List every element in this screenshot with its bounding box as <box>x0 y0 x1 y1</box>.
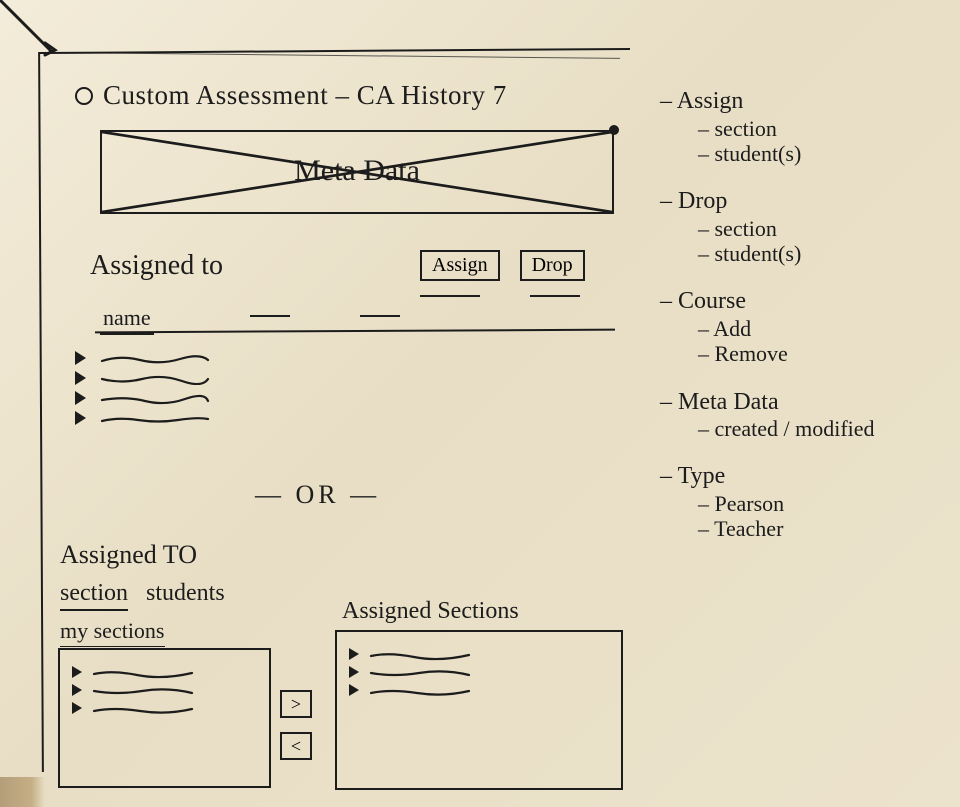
my-sections-header: my sections <box>60 618 165 647</box>
note-item: Add <box>698 316 960 341</box>
note-item: section <box>698 116 960 141</box>
expand-icon[interactable] <box>75 391 86 405</box>
note-heading: Meta Data <box>660 389 960 417</box>
table-rule <box>95 329 615 334</box>
text-placeholder <box>369 648 479 660</box>
margin-notes: Assign section student(s) Drop section s… <box>660 88 960 564</box>
corner-dot-icon <box>609 125 619 135</box>
wireframe-sketch: Custom Assessment – CA History 7 Meta Da… <box>0 0 960 807</box>
note-item: created / modified <box>698 416 960 441</box>
text-placeholder <box>92 666 202 678</box>
note-heading: Assign <box>660 88 960 116</box>
frame-edge <box>38 52 44 772</box>
available-sections-panel <box>58 648 271 788</box>
note-item: section <box>698 216 960 241</box>
list-item[interactable] <box>75 351 210 365</box>
text-placeholder <box>100 372 210 384</box>
expand-icon[interactable] <box>349 648 359 660</box>
note-item: Teacher <box>698 516 960 541</box>
list-item[interactable] <box>349 666 609 678</box>
column-header-placeholder <box>250 315 290 317</box>
list-item[interactable] <box>75 371 210 385</box>
note-heading: Course <box>660 288 960 316</box>
note-item: Pearson <box>698 491 960 516</box>
frame-edge <box>60 52 620 59</box>
note-heading: Type <box>660 463 960 491</box>
list-item[interactable] <box>72 666 257 678</box>
move-right-button[interactable]: > <box>280 690 312 718</box>
expand-icon[interactable] <box>349 666 359 678</box>
meta-data-label: Meta Data <box>102 154 612 188</box>
list-item[interactable] <box>75 411 210 425</box>
text-placeholder <box>100 412 210 424</box>
meta-data-placeholder: Meta Data <box>100 130 614 214</box>
page-title: Custom Assessment – CA History 7 <box>103 80 507 111</box>
list-item[interactable] <box>349 648 609 660</box>
note-item: student(s) <box>698 241 960 266</box>
text-placeholder <box>100 352 210 364</box>
expand-icon[interactable] <box>72 702 82 714</box>
expand-icon[interactable] <box>72 684 82 696</box>
expand-icon[interactable] <box>75 351 86 365</box>
assigned-sections-panel: Assigned Sections <box>335 630 623 790</box>
or-separator: — OR — <box>255 480 380 510</box>
list-item[interactable] <box>72 684 257 696</box>
drop-button[interactable]: Drop <box>520 250 585 281</box>
underline <box>530 295 580 297</box>
assigned-to-heading: Assigned to <box>90 250 223 281</box>
note-item: student(s) <box>698 141 960 166</box>
expand-icon[interactable] <box>349 684 359 696</box>
assigned-to-heading-alt: Assigned TO <box>60 540 197 570</box>
list-item[interactable] <box>72 702 257 714</box>
note-item: Remove <box>698 341 960 366</box>
back-circle-icon[interactable] <box>75 87 93 105</box>
text-placeholder <box>92 684 202 696</box>
note-heading: Drop <box>660 188 960 216</box>
underline <box>420 295 480 297</box>
text-placeholder <box>92 702 202 714</box>
tab-section[interactable]: section <box>60 580 128 611</box>
move-left-button[interactable]: < <box>280 732 312 760</box>
text-placeholder <box>369 666 479 678</box>
assigned-sections-header: Assigned Sections <box>342 598 519 625</box>
expand-icon[interactable] <box>75 411 86 425</box>
list-item[interactable] <box>75 391 210 405</box>
assign-button[interactable]: Assign <box>420 250 500 281</box>
assigned-list <box>75 345 210 431</box>
list-item[interactable] <box>349 684 609 696</box>
expand-icon[interactable] <box>72 666 82 678</box>
expand-icon[interactable] <box>75 371 86 385</box>
text-placeholder <box>100 392 210 404</box>
column-header-placeholder <box>360 315 400 317</box>
tab-students[interactable]: students <box>146 580 225 611</box>
photo-edge <box>0 777 45 807</box>
text-placeholder <box>369 684 479 696</box>
